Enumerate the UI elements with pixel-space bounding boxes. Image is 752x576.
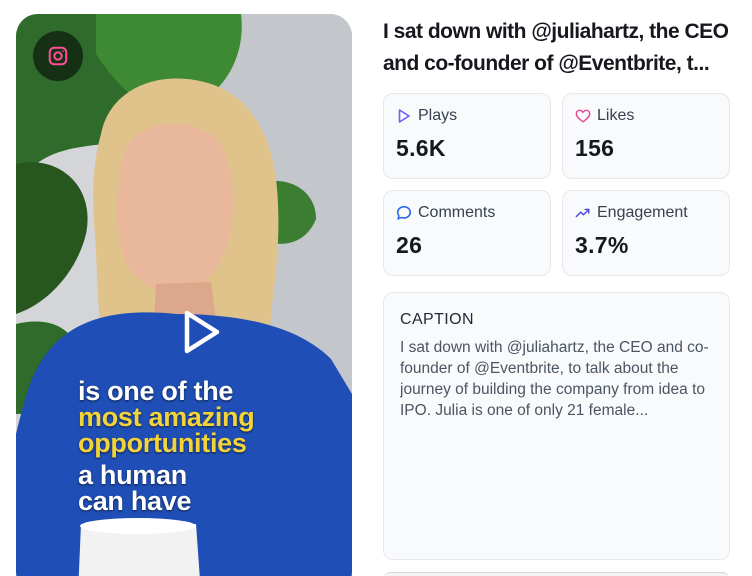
overlay-line: most amazing [78, 402, 255, 432]
instagram-icon [33, 31, 83, 81]
caption-heading: CAPTION [400, 311, 474, 328]
overlay-line: opportunities [78, 428, 247, 458]
stat-value: 156 [575, 135, 615, 161]
stat-card-comments: Comments 26 [383, 190, 551, 276]
play-icon[interactable] [176, 306, 228, 358]
stat-label: Likes [597, 107, 635, 124]
stat-card-engagement: Engagement 3.7% [562, 190, 730, 276]
stat-label: Plays [418, 107, 458, 124]
play-outline-icon [396, 108, 412, 124]
post-title: I sat down with @juliahartz, the CEO and… [383, 20, 729, 75]
stat-label: Comments [418, 204, 496, 221]
overlay-line: is one of the [78, 376, 234, 406]
next-card-edge [383, 572, 730, 576]
stat-card-likes: Likes 156 [562, 93, 730, 179]
caption-text: I sat down with @juliahartz, the CEO and… [400, 339, 709, 419]
overlay-line: can have [78, 486, 192, 516]
comment-icon [396, 205, 412, 221]
stat-label: Engagement [597, 204, 688, 221]
stat-value: 3.7% [575, 232, 629, 258]
video-caption-overlay: is one of the most amazing opportunities… [78, 376, 348, 516]
stat-value: 26 [396, 232, 423, 258]
heart-icon [575, 108, 591, 124]
stat-card-plays: Plays 5.6K [383, 93, 551, 179]
overlay-line: a human [78, 460, 187, 490]
trending-up-icon [575, 205, 591, 221]
video-thumbnail[interactable]: is one of the most amazing opportunities… [16, 14, 352, 576]
caption-card: CAPTION I sat down with @juliahartz, the… [383, 292, 730, 560]
stat-value: 5.6K [396, 135, 446, 161]
